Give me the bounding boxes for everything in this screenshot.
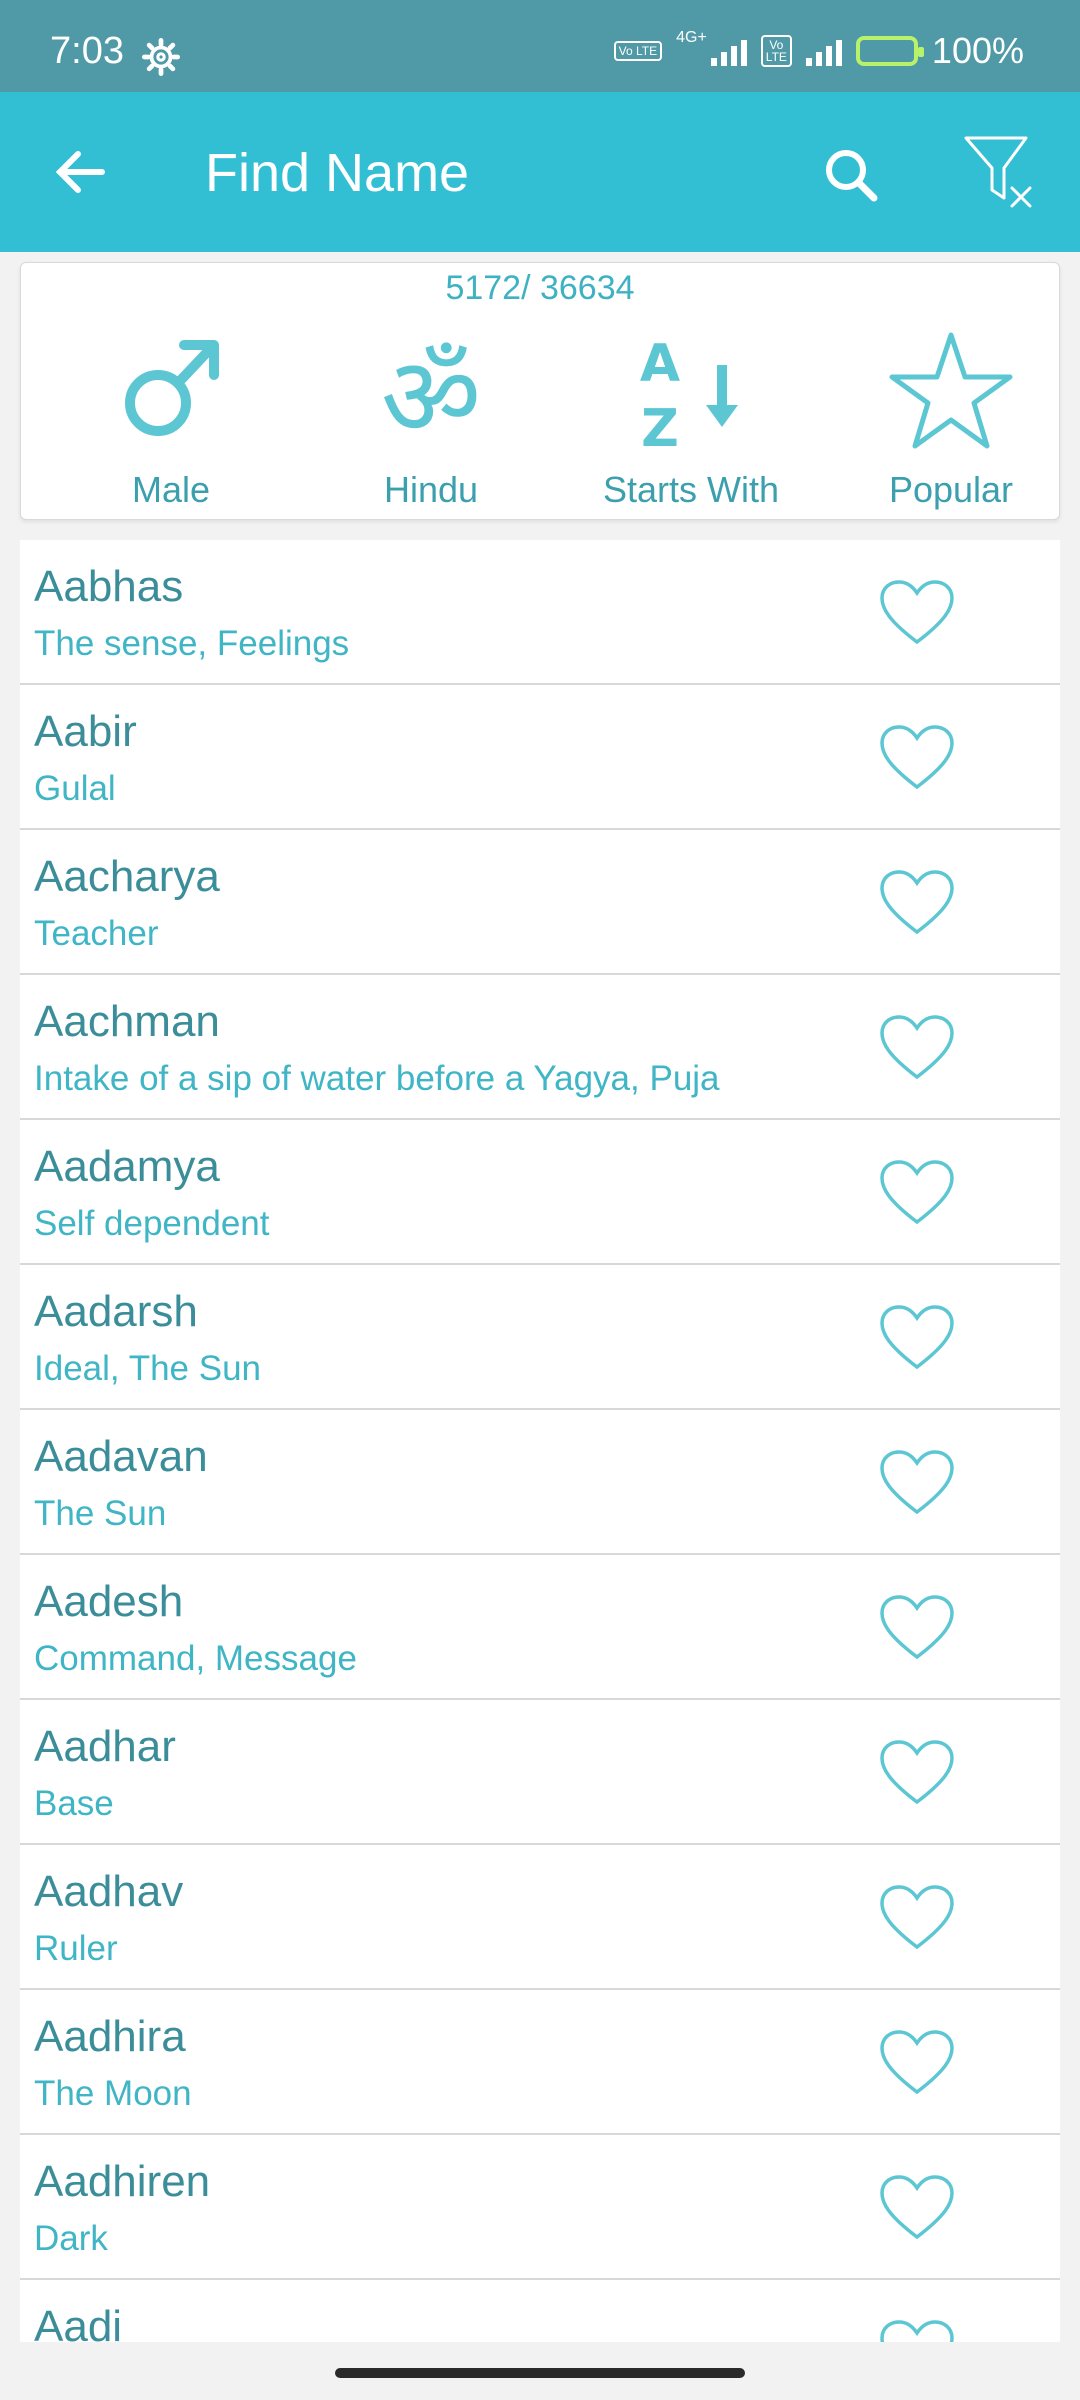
name-text: Aacharya: [34, 852, 220, 901]
app-bar: Find Name: [0, 92, 1080, 252]
name-text: Aadamya: [34, 1142, 220, 1191]
meaning-text: Command, Message: [34, 1639, 357, 1678]
network-type: 4G+: [676, 29, 707, 46]
volte-icon-2: Vo LTE: [760, 35, 792, 67]
list-item[interactable]: Aacharya Teacher: [20, 830, 1060, 975]
heart-icon[interactable]: [878, 1013, 956, 1083]
heart-icon[interactable]: [878, 1448, 956, 1518]
heart-icon[interactable]: [878, 2028, 956, 2098]
heart-icon[interactable]: [878, 2173, 956, 2243]
gesture-handle[interactable]: [335, 2368, 745, 2378]
status-indicators: Vo LTE 4G+ Vo LTE 100%: [613, 29, 1024, 72]
names-list[interactable]: Aabhas The sense, Feelings Aabir Gulal A…: [20, 540, 1060, 2342]
list-item[interactable]: Aadhira The Moon: [20, 1990, 1060, 2135]
name-text: Aachman: [34, 997, 220, 1046]
filter-religion-label: Hindu: [383, 469, 479, 510]
heart-icon[interactable]: [878, 578, 956, 648]
meaning-text: The sense, Feelings: [34, 624, 350, 663]
status-time: 7:03: [50, 30, 124, 72]
name-text: Aadavan: [34, 1432, 208, 1481]
heart-icon[interactable]: [878, 1158, 956, 1228]
heart-icon[interactable]: [878, 1738, 956, 1808]
settings-gear-icon: [142, 38, 180, 76]
name-text: Aadhira: [34, 2012, 186, 2061]
heart-icon[interactable]: [878, 2318, 956, 2342]
name-text: Aabhas: [34, 562, 184, 611]
filter-starts-with[interactable]: A Z Starts With: [571, 331, 811, 521]
filter-clear-icon[interactable]: [958, 128, 1038, 218]
list-item[interactable]: Aadhar Base: [20, 1700, 1060, 1845]
filter-gender-label: Male: [131, 469, 211, 510]
heart-icon[interactable]: [878, 1303, 956, 1373]
filter-starts-with-label: Starts With: [602, 469, 780, 510]
list-item[interactable]: Aadhiren Dark: [20, 2135, 1060, 2280]
heart-icon[interactable]: [878, 723, 956, 793]
meaning-text: Gulal: [34, 769, 116, 808]
filter-gender[interactable]: Male: [51, 331, 291, 521]
battery-icon: [855, 36, 924, 66]
svg-text:A: A: [640, 334, 680, 394]
meaning-text: The Moon: [34, 2074, 192, 2113]
list-item[interactable]: Aabhas The sense, Feelings: [20, 540, 1060, 685]
signal-icon-2: [805, 36, 842, 66]
page-title: Find Name: [205, 143, 470, 203]
heart-icon[interactable]: [878, 1883, 956, 1953]
filter-popular-label: Popular: [888, 469, 1014, 510]
star-icon: [889, 332, 1013, 449]
sort-a-z-icon: A Z: [640, 334, 738, 451]
name-text: Aadarsh: [34, 1287, 198, 1336]
list-item[interactable]: Aadavan The Sun: [20, 1410, 1060, 1555]
svg-text:ॐ: ॐ: [381, 333, 481, 451]
filter-card: 5172/ 36634 Male ॐ Hindu A Z Starts With…: [20, 262, 1060, 520]
meaning-text: Teacher: [34, 914, 159, 953]
list-item[interactable]: Aadesh Command, Message: [20, 1555, 1060, 1700]
search-icon[interactable]: [812, 136, 892, 216]
name-text: Aadhiren: [34, 2157, 211, 2206]
meaning-text: The Sun: [34, 1494, 167, 1533]
filter-religion[interactable]: ॐ Hindu: [311, 331, 551, 521]
meaning-text: Intake of a sip of water before a Yagya,…: [34, 1059, 720, 1098]
om-icon: ॐ: [381, 333, 481, 451]
meaning-text: Ideal, The Sun: [34, 1349, 262, 1388]
list-item[interactable]: Aadhav Ruler: [20, 1845, 1060, 1990]
name-text: Aabir: [34, 707, 137, 756]
meaning-text: Dark: [34, 2219, 108, 2258]
list-item[interactable]: Aadarsh Ideal, The Sun: [20, 1265, 1060, 1410]
volte-icon: Vo LTE: [613, 41, 663, 61]
battery-level: 100%: [931, 30, 1024, 71]
meaning-text: Base: [34, 1784, 114, 1823]
heart-icon[interactable]: [878, 1593, 956, 1663]
back-arrow-icon[interactable]: [40, 132, 120, 212]
name-text: Aadi: [34, 2302, 123, 2342]
meaning-text: Self dependent: [34, 1204, 270, 1243]
name-text: Aadhav: [34, 1867, 184, 1916]
name-text: Aadesh: [34, 1577, 184, 1626]
status-bar: 7:03 Vo LTE 4G+ Vo LTE 100%: [0, 0, 1080, 92]
meaning-text: Ruler: [34, 1929, 118, 1968]
male-icon: [125, 340, 219, 436]
signal-icon: [710, 36, 747, 66]
heart-icon[interactable]: [878, 868, 956, 938]
svg-text:Z: Z: [641, 399, 679, 451]
result-count: 5172/ 36634: [445, 269, 635, 307]
name-text: Aadhar: [34, 1722, 176, 1771]
list-item[interactable]: Aabir Gulal: [20, 685, 1060, 830]
filter-popular[interactable]: Popular: [831, 331, 1071, 521]
list-item[interactable]: Aadamya Self dependent: [20, 1120, 1060, 1265]
list-item[interactable]: Aadi: [20, 2280, 1060, 2342]
list-item[interactable]: Aachman Intake of a sip of water before …: [20, 975, 1060, 1120]
